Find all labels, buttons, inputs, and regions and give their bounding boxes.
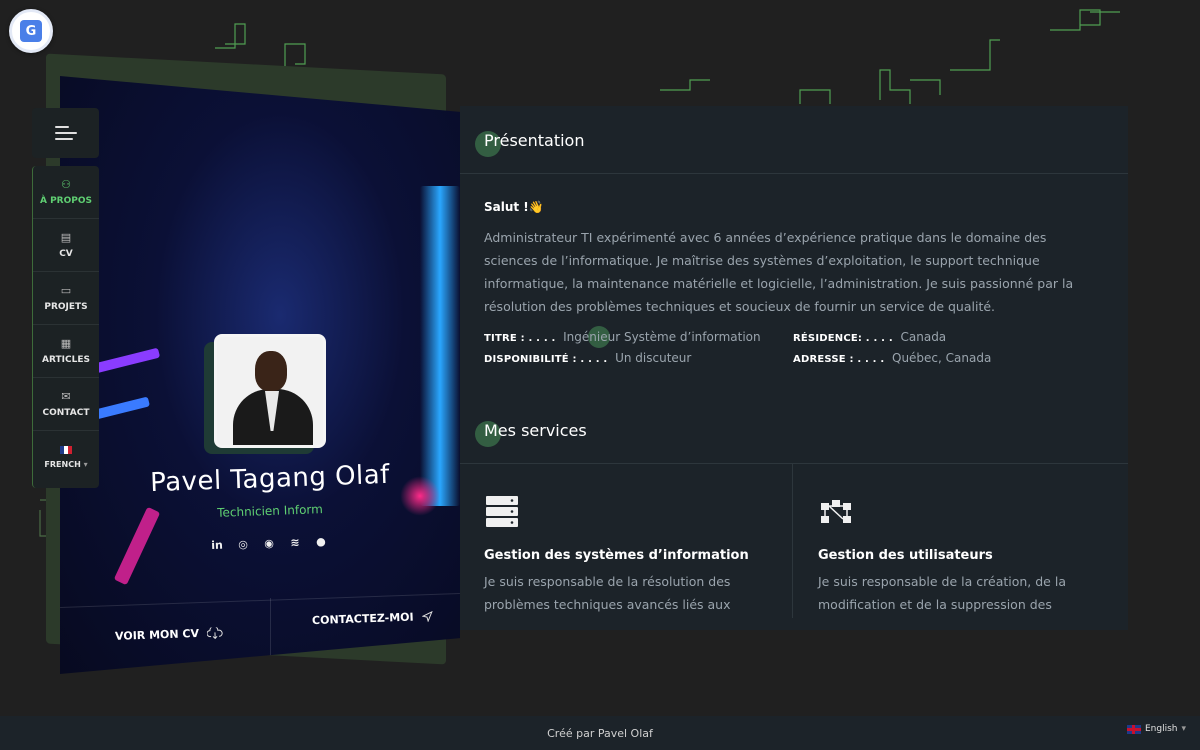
france-flag-icon <box>60 445 72 454</box>
nav-item-label: PROJETS <box>44 301 88 312</box>
nav-item-cv[interactable]: ▤ CV <box>33 219 99 272</box>
greeting: Salut !👋 <box>484 200 544 214</box>
server-icon <box>486 496 518 527</box>
cloud-download-icon <box>206 626 223 639</box>
service-card-systems: Gestion des systèmes d’information Je su… <box>460 464 794 624</box>
stackoverflow-icon[interactable]: ≋ <box>288 535 302 549</box>
about-title: Présentation <box>484 131 585 150</box>
nav-item-articles[interactable]: ▦ ARTICLES <box>33 325 99 378</box>
profile-role: Technicien Inform <box>216 502 324 520</box>
info-residence: RÉSIDENCE: . . . . Canada <box>793 330 946 344</box>
info-adresse-label: ADRESSE : . . . . <box>793 354 885 365</box>
profile-card: Pavel Tagang Olaf Technicien Inform in ◎… <box>60 76 460 674</box>
instagram-icon[interactable]: ◎ <box>236 537 250 551</box>
document-icon: ▤ <box>60 230 72 244</box>
chevron-down-icon: ▾ <box>83 459 88 469</box>
info-titre: TITRE : . . . . Ingénieur Système d’info… <box>484 330 761 344</box>
service-card-users: Gestion des utilisateurs Je suis respons… <box>794 464 1128 624</box>
translate-button[interactable]: G <box>9 9 53 53</box>
translate-icon: G <box>20 20 42 42</box>
service-desc: Je suis responsable de la résolution des… <box>484 574 731 612</box>
language-select[interactable]: FRENCH ▾ <box>33 431 99 483</box>
nav-item-label: CV <box>59 248 73 259</box>
folder-icon: ▭ <box>60 283 72 297</box>
service-separator <box>792 464 793 618</box>
info-adresse: ADRESSE : . . . . Québec, Canada <box>793 351 991 365</box>
github-icon[interactable]: ● <box>314 534 328 548</box>
nav-item-label: ARTICLES <box>42 354 90 365</box>
info-titre-label: TITRE : . . . . <box>484 333 556 344</box>
footer: Créé par Pavel Olaf <box>0 716 1200 750</box>
user-icon: ⚇ <box>61 177 71 191</box>
linkedin-icon[interactable]: in <box>210 538 224 552</box>
section-divider <box>460 173 1128 174</box>
nav-item-label: CONTACT <box>42 407 90 418</box>
reddit-icon[interactable]: ◉ <box>262 536 276 550</box>
contact-me-label: CONTACTEZ-MOI <box>311 610 414 628</box>
menu-toggle-button[interactable] <box>32 108 99 158</box>
info-adresse-value: Québec, Canada <box>892 351 992 365</box>
nav-item-projects[interactable]: ▭ PROJETS <box>33 272 99 325</box>
mail-icon: ✉ <box>61 389 71 403</box>
users-network-icon <box>821 500 851 523</box>
info-disponibilite-label: DISPONIBILITÉ : . . . . <box>484 354 608 365</box>
service-title: Gestion des utilisateurs <box>818 548 993 563</box>
services-title: Mes services <box>484 421 587 440</box>
avatar <box>204 334 330 454</box>
chevron-down-icon: ▾ <box>1181 724 1186 734</box>
social-links: in ◎ ◉ ≋ ● <box>210 534 328 552</box>
info-titre-value: Ingénieur Système d’information <box>563 330 761 344</box>
nav-item-contact[interactable]: ✉ CONTACT <box>33 378 99 431</box>
card-divider-vertical <box>270 598 271 658</box>
view-cv-button[interactable]: VOIR MON CV <box>115 626 223 643</box>
info-residence-value: Canada <box>900 330 947 344</box>
service-title: Gestion des systèmes d’information <box>484 548 749 563</box>
about-text: Administrateur TI expérimenté avec 6 ann… <box>484 230 1074 314</box>
info-disponibilite: DISPONIBILITÉ : . . . . Un discuteur <box>484 351 691 365</box>
send-icon <box>421 610 433 623</box>
card-divider <box>60 593 460 608</box>
hamburger-icon <box>54 122 77 144</box>
info-disponibilite-value: Un discuteur <box>615 351 692 365</box>
sidebar-nav: ⚇ À PROPOS ▤ CV ▭ PROJETS ▦ ARTICLES ✉ C… <box>32 166 99 488</box>
circuit-decoration-right <box>660 9 1120 104</box>
language-label: FRENCH <box>44 459 81 469</box>
info-residence-label: RÉSIDENCE: . . . . <box>793 333 893 344</box>
nav-item-about[interactable]: ⚇ À PROPOS <box>33 166 99 219</box>
contact-me-button[interactable]: CONTACTEZ-MOI <box>312 610 433 627</box>
footer-language-select[interactable]: English ▾ <box>1126 724 1186 734</box>
nav-item-label: À PROPOS <box>39 195 92 206</box>
view-cv-label: VOIR MON CV <box>114 626 200 643</box>
footer-language-label: English <box>1144 724 1178 734</box>
footer-credit: Créé par Pavel Olaf <box>547 726 653 740</box>
service-desc: Je suis responsable de la création, de l… <box>818 574 1066 612</box>
uk-flag-icon <box>1126 724 1141 734</box>
newspaper-icon: ▦ <box>60 336 72 350</box>
content-panel: Présentation Salut !👋 Administrateur TI … <box>460 106 1128 630</box>
